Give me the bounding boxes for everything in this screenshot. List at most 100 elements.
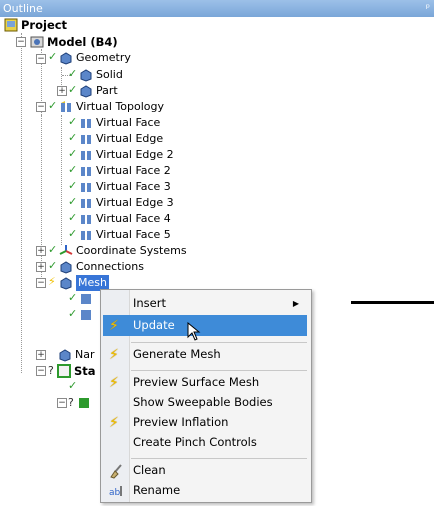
tree-guide-line — [61, 67, 62, 87]
expand-icon[interactable]: + — [57, 86, 67, 96]
check-icon: ✓ — [68, 83, 78, 96]
tree-item-geometry[interactable]: ✓ Geometry — [48, 50, 131, 66]
svg-text:ab: ab — [109, 488, 121, 498]
menu-item-clean[interactable]: Clean — [103, 460, 307, 481]
virtual-entity-icon — [79, 148, 93, 162]
mesh-icon — [59, 276, 73, 290]
menu-item-show-sweepable-bodies[interactable]: Show Sweepable Bodies — [103, 392, 307, 413]
check-icon: ✓ — [68, 131, 78, 144]
tree-item-part[interactable]: ✓ Part — [68, 83, 118, 99]
check-icon: ✓ — [68, 195, 78, 208]
collapse-icon[interactable]: − — [36, 54, 46, 64]
tree-item-solution[interactable]: ? — [68, 395, 94, 411]
broom-icon — [109, 463, 125, 479]
submenu-arrow-icon: ▶ — [292, 299, 299, 308]
check-icon: ✓ — [68, 227, 78, 240]
virtual-entity-icon — [79, 164, 93, 178]
analysis-icon — [57, 364, 71, 378]
menu-item-update[interactable]: ⚡ Update — [103, 315, 307, 336]
virtual-entity-icon — [79, 212, 93, 226]
solid-body-icon — [79, 68, 93, 82]
menu-item-preview-surface-mesh[interactable]: ⚡ Preview Surface Mesh — [103, 372, 307, 393]
tree-guide-line — [61, 115, 62, 245]
geometry-icon — [59, 51, 73, 65]
lightning-icon: ⚡ — [48, 275, 56, 288]
virtual-entity-icon — [79, 180, 93, 194]
collapse-icon[interactable]: − — [57, 398, 67, 408]
tree-item-virtual[interactable]: ✓ Virtual Edge 3 — [68, 195, 174, 211]
tree-item-virtual-topology[interactable]: ✓ Virtual Topology — [48, 99, 164, 115]
tree-item-virtual[interactable]: ✓ Virtual Face 2 — [68, 163, 171, 179]
virtual-entity-icon — [79, 196, 93, 210]
expand-icon[interactable]: + — [36, 246, 46, 256]
panel-title: Outline — [3, 2, 43, 15]
mesh-control-icon — [79, 292, 93, 306]
solution-icon — [77, 396, 91, 410]
collapse-icon[interactable]: − — [36, 278, 46, 288]
tree-item-solid[interactable]: ✓ Solid — [68, 67, 123, 83]
menu-item-create-pinch-controls[interactable]: Create Pinch Controls — [103, 432, 307, 453]
tree-item-virtual[interactable]: ✓ Virtual Face 3 — [68, 179, 171, 195]
lightning-icon: ⚡ — [109, 347, 119, 363]
check-icon: ✓ — [68, 115, 78, 128]
question-icon: ? — [68, 396, 74, 409]
tree-item-mesh-child[interactable]: ✓ — [68, 291, 96, 307]
coordinate-systems-icon — [59, 244, 73, 258]
tree-item-project[interactable]: Project — [4, 17, 67, 33]
tree-item-virtual[interactable]: ✓ Virtual Edge 2 — [68, 147, 174, 163]
tree-item-model[interactable]: Model (B4) — [30, 34, 118, 50]
tree-item-static-structural[interactable]: ? Sta — [48, 363, 96, 379]
outline-title-bar: Outline ᵖ — [0, 0, 434, 17]
check-icon: ✓ — [68, 179, 78, 192]
mouse-cursor-icon — [187, 322, 201, 341]
tree-item-mesh-child[interactable]: ✓ — [68, 307, 96, 323]
collapse-icon[interactable]: − — [16, 37, 26, 47]
collapse-icon[interactable]: − — [36, 366, 46, 376]
expand-icon[interactable]: + — [36, 350, 46, 360]
tree-item-coordinate-systems[interactable]: ✓ Coordinate Systems — [48, 243, 187, 259]
model-icon — [30, 35, 44, 49]
expand-icon[interactable]: + — [36, 262, 46, 272]
tree-item-connections[interactable]: ✓ Connections — [48, 259, 144, 275]
check-icon: ✓ — [48, 99, 58, 112]
menu-separator — [131, 370, 307, 371]
check-icon: ✓ — [68, 211, 78, 224]
connections-icon — [59, 260, 73, 274]
check-icon: ✓ — [48, 243, 58, 256]
lightning-icon: ⚡ — [109, 375, 119, 391]
menu-item-insert[interactable]: Insert ▶ — [103, 293, 307, 314]
menu-item-generate-mesh[interactable]: ⚡ Generate Mesh — [103, 344, 307, 365]
tree-item-named-selections[interactable]: Nar — [58, 347, 95, 363]
mesh-control-icon — [79, 308, 93, 322]
question-icon: ? — [48, 364, 54, 377]
named-selections-icon — [58, 348, 72, 362]
tree-item-virtual[interactable]: ✓ Virtual Face 4 — [68, 211, 171, 227]
tree-guide-line — [41, 115, 42, 285]
check-icon: ✓ — [68, 67, 78, 80]
menu-item-rename[interactable]: ab Rename — [103, 480, 307, 501]
check-icon: ✓ — [68, 379, 78, 392]
check-icon: ✓ — [68, 307, 78, 320]
tree-item-virtual[interactable]: ✓ Virtual Face 5 — [68, 227, 171, 243]
part-icon — [79, 84, 93, 98]
tree-guide-line — [21, 33, 22, 373]
divider-line — [351, 301, 434, 304]
tree-item-analysis-child[interactable]: ✓ — [68, 379, 79, 395]
tree-item-virtual[interactable]: ✓ Virtual Edge — [68, 131, 163, 147]
project-icon — [4, 18, 18, 32]
lightning-icon: ⚡ — [109, 415, 119, 431]
menu-separator — [131, 458, 307, 459]
virtual-entity-icon — [79, 228, 93, 242]
menu-separator — [131, 342, 307, 343]
check-icon: ✓ — [48, 50, 58, 63]
rename-icon: ab — [109, 483, 125, 499]
check-icon: ✓ — [68, 147, 78, 160]
collapse-icon[interactable]: − — [36, 102, 46, 112]
pin-icon[interactable]: ᵖ — [426, 0, 430, 17]
virtual-entity-icon — [79, 132, 93, 146]
check-icon: ✓ — [48, 259, 58, 272]
context-menu: Insert ▶ ⚡ Update ⚡ Generate Mesh ⚡ Prev… — [100, 289, 312, 503]
menu-item-preview-inflation[interactable]: ⚡ Preview Inflation — [103, 412, 307, 433]
check-icon: ✓ — [68, 163, 78, 176]
tree-item-virtual[interactable]: ✓ Virtual Face — [68, 115, 160, 131]
